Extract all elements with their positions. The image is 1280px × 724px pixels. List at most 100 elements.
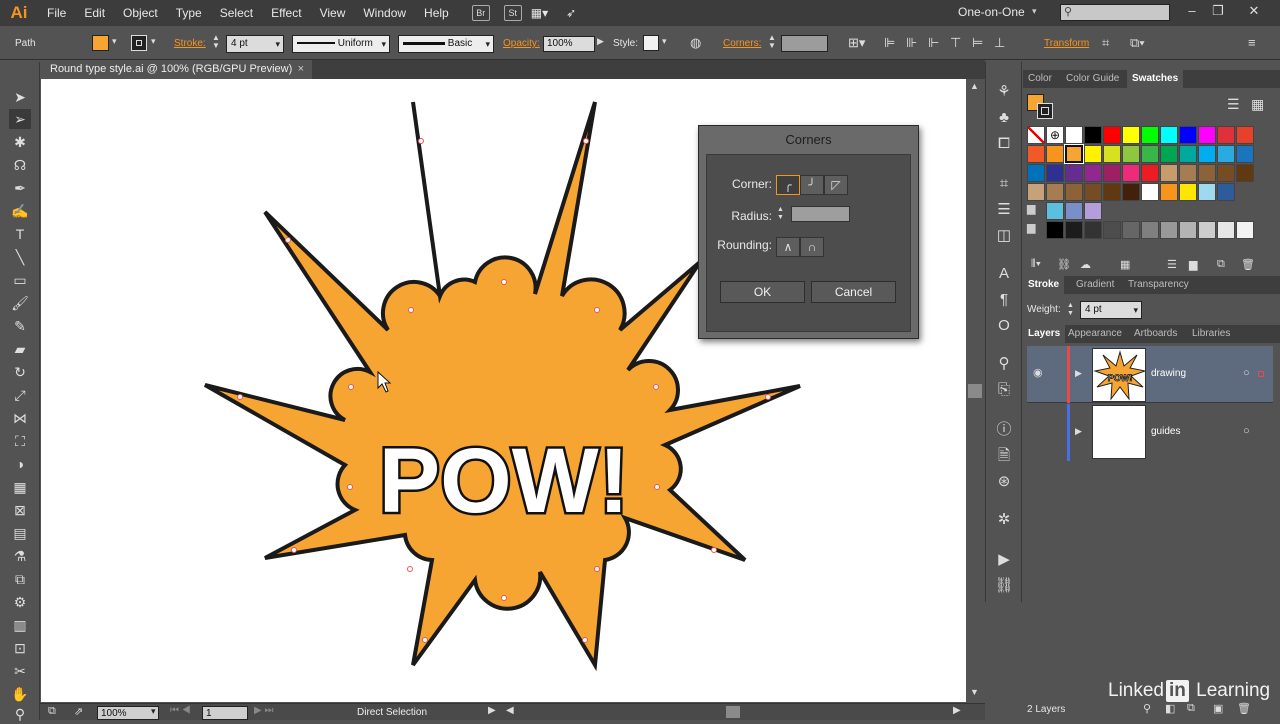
menu-effect[interactable]: Effect xyxy=(262,0,310,26)
brushes-icon[interactable]: ⚘ xyxy=(994,82,1014,102)
type-tool-icon[interactable]: T xyxy=(9,224,31,244)
tab-swatches[interactable]: Swatches xyxy=(1127,70,1184,88)
color-swatch[interactable] xyxy=(1198,145,1216,163)
opacity-input[interactable]: 100% xyxy=(543,36,595,52)
tab-layers[interactable]: Layers xyxy=(1023,325,1066,343)
color-swatch[interactable] xyxy=(1122,183,1140,201)
menu-type[interactable]: Type xyxy=(167,0,211,26)
color-swatch[interactable] xyxy=(1065,202,1083,220)
color-swatch[interactable] xyxy=(1046,221,1064,239)
symbols-icon[interactable]: ♣ xyxy=(994,108,1014,128)
links-icon[interactable]: ⛓ xyxy=(994,576,1014,596)
tab-libraries[interactable]: Libraries xyxy=(1187,325,1235,343)
round-corner-icon[interactable]: ╭ xyxy=(776,175,800,195)
radius-input[interactable] xyxy=(791,206,850,222)
color-swatch[interactable] xyxy=(1236,221,1254,239)
tab-color-guide[interactable]: Color Guide xyxy=(1061,70,1124,88)
zoom-tool-icon[interactable]: ⚲ xyxy=(9,704,31,724)
hand-tool-icon[interactable]: ✋ xyxy=(9,684,31,704)
color-group-folder-icon[interactable]: ▆ xyxy=(1027,221,1045,239)
color-swatch[interactable] xyxy=(1103,145,1121,163)
close-window-button[interactable]: ✕ xyxy=(1242,3,1266,21)
new-sublayer-icon[interactable]: ⧉ xyxy=(1187,702,1195,715)
tab-color[interactable]: Color xyxy=(1023,70,1057,88)
color-swatch[interactable] xyxy=(1179,164,1197,182)
pencil-tool-icon[interactable]: ✎ xyxy=(9,316,31,336)
stroke-weight-select[interactable]: 4 pt xyxy=(226,35,284,53)
none-swatch[interactable] xyxy=(1027,126,1045,144)
show-kinds-icon[interactable]: ▦ xyxy=(1120,258,1130,271)
expand-triangle-icon[interactable]: ▶ xyxy=(1075,426,1082,437)
align-bottom-icon[interactable]: ⊥ xyxy=(994,35,1005,51)
library-icon[interactable]: ☁ xyxy=(1080,258,1091,271)
rectangle-tool-icon[interactable]: ▭ xyxy=(9,270,31,290)
color-swatch[interactable] xyxy=(1122,145,1140,163)
pen-tool-icon[interactable]: ✒ xyxy=(9,178,31,198)
color-swatch[interactable] xyxy=(1236,126,1254,144)
menu-select[interactable]: Select xyxy=(211,0,262,26)
menu-object[interactable]: Object xyxy=(114,0,167,26)
stepper-icon[interactable]: ▲ ▼ xyxy=(212,34,220,50)
color-swatch[interactable] xyxy=(1141,221,1159,239)
align-center-icon[interactable]: ⊪ xyxy=(906,35,917,51)
color-swatch[interactable] xyxy=(1198,164,1216,182)
color-swatch[interactable] xyxy=(1236,164,1254,182)
shape-builder-tool-icon[interactable]: ◑ xyxy=(9,454,31,474)
first-artboard-icon[interactable]: ⏮ ◀ xyxy=(170,705,191,716)
absolute-rounding-icon[interactable]: ∩ xyxy=(800,237,824,257)
stock-button[interactable]: St xyxy=(503,5,522,21)
scroll-up-icon[interactable]: ▲ xyxy=(970,81,979,91)
expand-triangle-icon[interactable]: ▶ xyxy=(1075,368,1082,379)
isolate-icon[interactable]: ⌗ xyxy=(1102,35,1109,51)
free-transform-tool-icon[interactable]: ⛶ xyxy=(9,431,31,451)
fill-swatch[interactable] xyxy=(92,35,109,51)
column-graph-tool-icon[interactable]: ▥ xyxy=(9,615,31,635)
opacity-label[interactable]: Opacity: xyxy=(503,38,540,49)
color-swatch[interactable] xyxy=(1160,126,1178,144)
gradient-tool-icon[interactable]: ▤ xyxy=(9,523,31,543)
color-swatch[interactable] xyxy=(1217,164,1235,182)
status-menu-icon[interactable]: ▶ xyxy=(488,705,496,716)
color-swatch[interactable] xyxy=(1084,126,1102,144)
menu-help[interactable]: Help xyxy=(415,0,458,26)
opentype-icon[interactable]: O xyxy=(994,316,1014,336)
tab-appearance[interactable]: Appearance xyxy=(1063,325,1127,343)
registration-swatch[interactable]: ⊕ xyxy=(1046,126,1064,144)
bridge-button[interactable]: Br xyxy=(471,5,490,21)
lasso-tool-icon[interactable]: ☊ xyxy=(9,155,31,175)
menu-edit[interactable]: Edit xyxy=(75,0,114,26)
color-swatch[interactable] xyxy=(1217,145,1235,163)
color-swatch[interactable] xyxy=(1065,164,1083,182)
color-swatch[interactable] xyxy=(1046,202,1064,220)
recolor-artwork-icon[interactable]: ◍ xyxy=(690,35,701,51)
menu-file[interactable]: File xyxy=(38,0,75,26)
color-swatch[interactable] xyxy=(1027,164,1045,182)
color-swatch[interactable] xyxy=(1084,183,1102,201)
rotate-tool-icon[interactable]: ↻ xyxy=(9,362,31,382)
color-swatch[interactable] xyxy=(1065,221,1083,239)
layer-row[interactable]: ▶ guides ○ xyxy=(1027,404,1273,461)
help-search-input[interactable]: ⚲ xyxy=(1060,4,1170,21)
minimize-button[interactable]: – xyxy=(1180,3,1204,21)
chevron-down-icon[interactable]: ▾ xyxy=(112,36,117,47)
color-swatch[interactable] xyxy=(1236,145,1254,163)
direct-selection-tool-icon[interactable]: ➢ xyxy=(9,109,31,129)
color-swatch[interactable] xyxy=(1084,202,1102,220)
width-tool-icon[interactable]: ⋈ xyxy=(9,408,31,428)
attributes-icon[interactable]: ⊛ xyxy=(994,472,1014,492)
chamfer-corner-icon[interactable]: ◸ xyxy=(824,175,848,195)
scroll-left-icon[interactable]: ◀ xyxy=(506,705,514,716)
new-layer-icon[interactable]: ▣ xyxy=(1213,702,1223,715)
paintbrush-tool-icon[interactable]: 🖌 xyxy=(9,293,31,313)
stroke-label[interactable]: Stroke: xyxy=(174,38,206,49)
color-swatch[interactable] xyxy=(1160,145,1178,163)
color-swatch[interactable] xyxy=(1122,126,1140,144)
chevron-down-icon[interactable]: ▾ xyxy=(151,36,156,47)
slice-tool-icon[interactable]: ✂ xyxy=(9,661,31,681)
relative-rounding-icon[interactable]: ∧ xyxy=(776,237,800,257)
graphic-style-swatch[interactable] xyxy=(643,35,659,51)
color-swatch[interactable] xyxy=(1160,221,1178,239)
color-swatch[interactable] xyxy=(1217,221,1235,239)
thumbnail-view-icon[interactable]: ▦ xyxy=(1251,96,1264,113)
transform-label[interactable]: Transform xyxy=(1044,38,1089,49)
